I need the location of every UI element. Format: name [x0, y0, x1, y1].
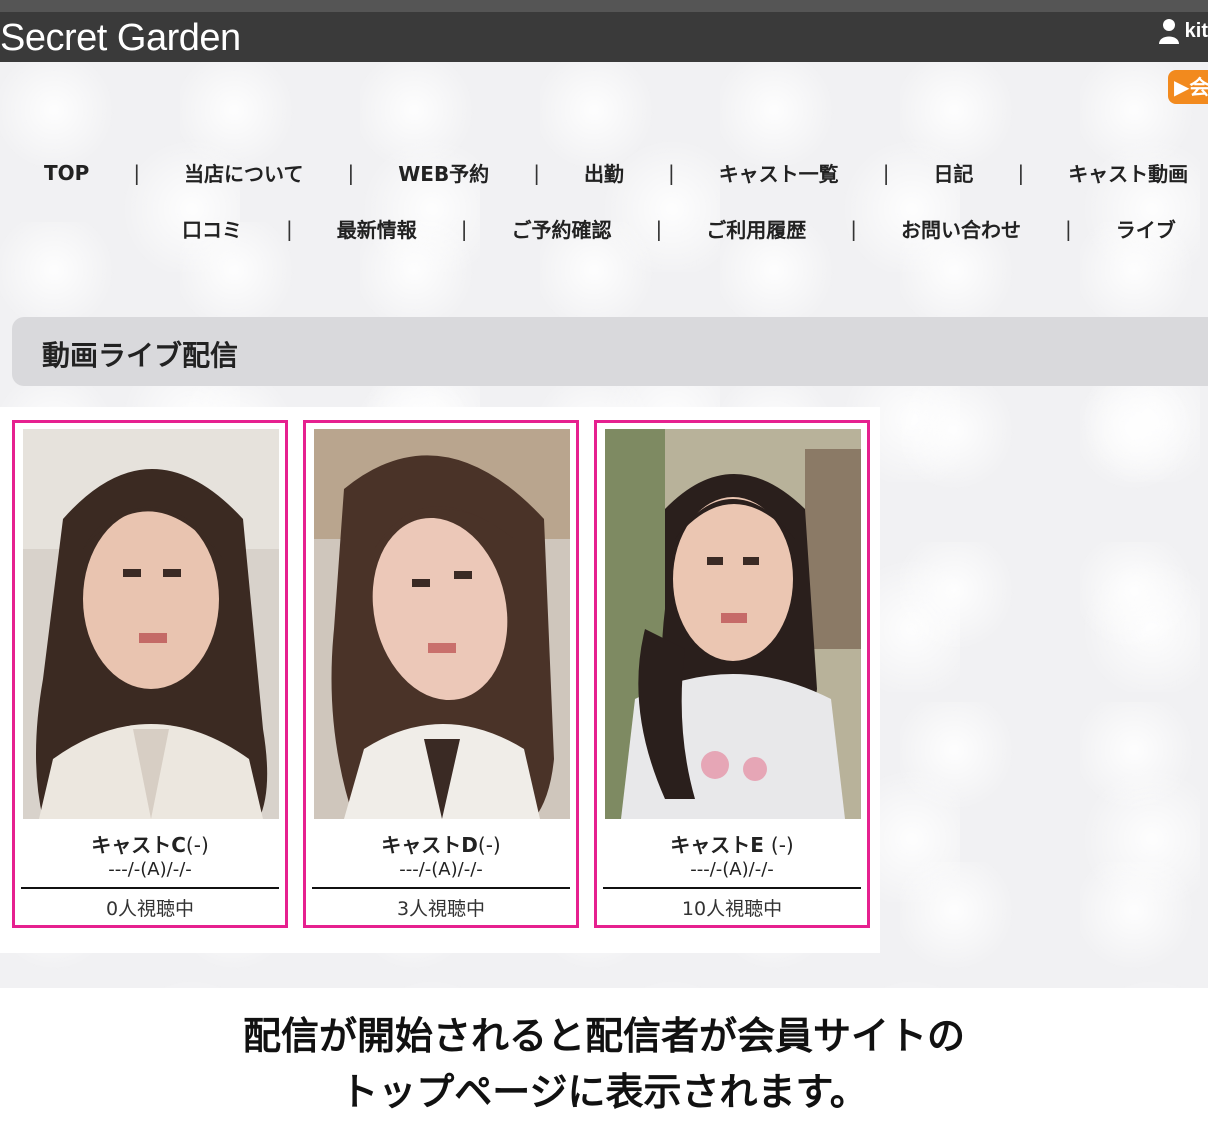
nav-separator: | [533, 160, 540, 185]
nav-separator: | [667, 160, 675, 185]
nav-row-2: 口コミ | 最新情報 | ご予約確認 | ご利用履歴 | お問い合わせ | ライ… [182, 214, 1176, 243]
card-divider [21, 887, 279, 889]
viewer-count: 10人視聴中 [681, 898, 783, 920]
cast-photo [23, 429, 279, 819]
nav-item-contact[interactable]: お問い合わせ [901, 214, 1021, 243]
cast-name: キャストD(-) [306, 829, 576, 858]
caption-line-2: トップページに表示されます。 [340, 1070, 868, 1114]
nav-item-attendance[interactable]: 出勤 [584, 158, 624, 187]
nav-item-news[interactable]: 最新情報 [337, 214, 417, 243]
cast-date: ---/-(A)/-/- [690, 859, 774, 880]
nav-item-about[interactable]: 当店について [184, 158, 303, 187]
cast-name-text: キャストC [91, 833, 186, 857]
nav-item-reviews[interactable]: 口コミ [182, 214, 242, 243]
nav-item-cast-list[interactable]: キャスト一覧 [719, 158, 839, 187]
user-name: kit [1184, 19, 1208, 42]
nav-separator: | [286, 216, 293, 241]
nav-item-diary[interactable]: 日記 [933, 158, 973, 187]
cast-name: キャストC(-) [15, 829, 285, 858]
cast-card[interactable]: キャストE (-) ---/-(A)/-/- 10人視聴中 [594, 420, 870, 928]
nav-item-live[interactable]: ライブ [1116, 214, 1176, 243]
cast-name-suffix: (-) [477, 833, 501, 857]
caption: 配信が開始されると配信者が会員サイトの トップページに表示されます。 [0, 1008, 1208, 1120]
user-icon [1158, 19, 1179, 44]
cast-photo [314, 429, 570, 819]
cast-date: ---/-(A)/-/- [108, 859, 192, 880]
section-header: 動画ライブ配信 [12, 317, 1208, 386]
top-bar: Secret Garden kit [0, 0, 1208, 62]
nav-item-web-reservation[interactable]: WEB予約 [398, 158, 489, 187]
nav-item-cast-video[interactable]: キャスト動画 [1068, 158, 1188, 187]
nav-separator: | [347, 160, 355, 185]
cast-photo [605, 429, 861, 819]
nav-item-reservation-check[interactable]: ご予約確認 [512, 214, 612, 243]
nav-separator: | [1065, 216, 1072, 241]
cast-name-text: キャストE [670, 833, 764, 857]
cast-name: キャストE (-) [597, 829, 867, 858]
section-title: 動画ライブ配信 [42, 339, 239, 372]
nav-separator: | [133, 160, 141, 185]
card-divider [312, 887, 570, 889]
cast-card[interactable]: キャストD(-) ---/-(A)/-/- 3人視聴中 [303, 420, 579, 928]
nav-row-1: TOP | 当店について | WEB予約 | 出勤 | キャスト一覧 | 日記 … [44, 158, 1188, 187]
live-button[interactable]: ▶会 [1168, 70, 1208, 104]
cast-card[interactable]: キャストC(-) ---/-(A)/-/- 0人視聴中 [12, 420, 288, 928]
nav-separator: | [1017, 160, 1025, 185]
user-menu[interactable]: kit [1158, 18, 1208, 44]
card-divider [603, 887, 861, 889]
main-area: ▶会 TOP | 当店について | WEB予約 | 出勤 | キャスト一覧 | … [0, 62, 1208, 988]
cast-name-suffix: (-) [770, 833, 794, 857]
caption-line-1: 配信が開始されると配信者が会員サイトの [242, 1014, 965, 1058]
viewer-count: 0人視聴中 [105, 898, 195, 920]
site-logo[interactable]: Secret Garden [0, 16, 241, 60]
nav-separator: | [655, 216, 663, 241]
nav-separator: | [460, 216, 468, 241]
nav-item-top[interactable]: TOP [44, 161, 89, 185]
nav-separator: | [882, 160, 890, 185]
cast-name-suffix: (-) [185, 833, 209, 857]
nav-item-usage-history[interactable]: ご利用履歴 [706, 214, 806, 243]
viewer-count: 3人視聴中 [396, 898, 486, 920]
cast-date: ---/-(A)/-/- [399, 859, 483, 880]
cast-name-text: キャストD [381, 833, 478, 857]
nav-separator: | [850, 216, 857, 241]
